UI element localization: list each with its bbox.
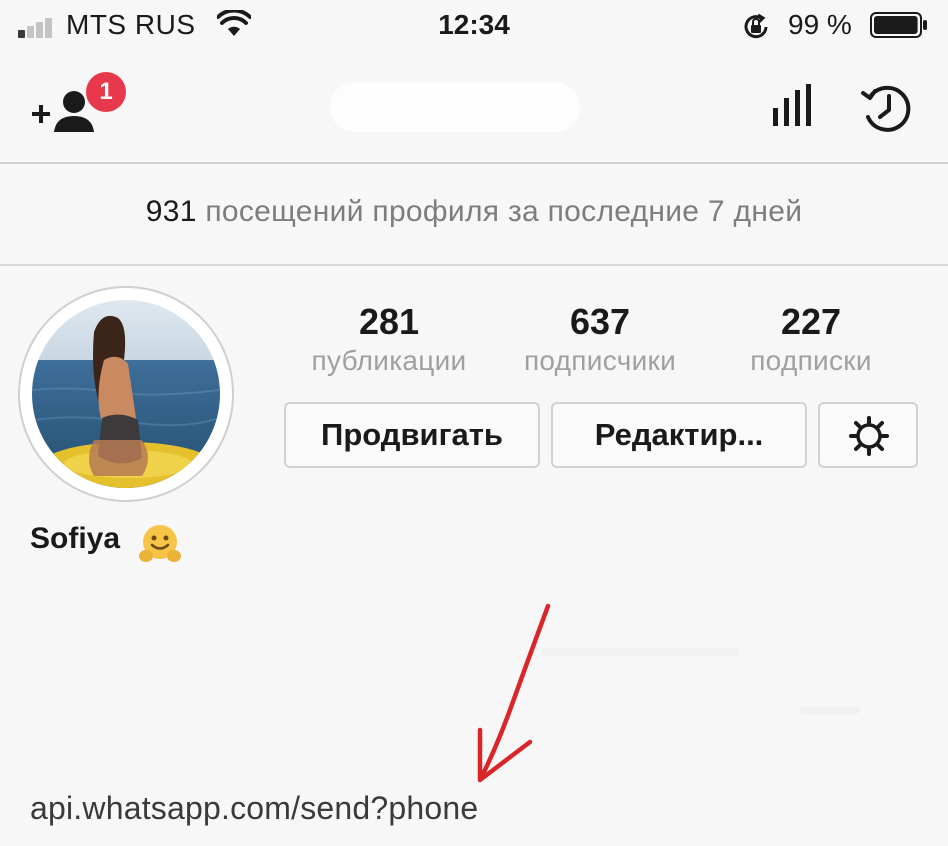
- battery-percent: 99 %: [788, 9, 852, 40]
- followers-count: 637: [569, 301, 631, 342]
- profile-header: 1: [0, 60, 948, 164]
- avatar[interactable]: [18, 286, 234, 502]
- history-icon[interactable]: [860, 83, 914, 135]
- following-count: 227: [780, 301, 842, 342]
- visits-count: 931: [145, 195, 197, 228]
- promote-button[interactable]: Продвигать: [284, 402, 540, 468]
- posts-count: 281: [358, 301, 420, 342]
- following-label: подписки: [750, 345, 872, 376]
- gear-icon: [849, 416, 889, 456]
- rotation-lock-icon: [744, 13, 768, 39]
- settings-button[interactable]: [818, 402, 918, 468]
- profile-visits-banner[interactable]: 931 посещений профиля за последние 7 дне…: [0, 164, 948, 266]
- annotation-arrow-icon: [477, 603, 551, 783]
- visits-text: посещений профиля за последние 7 дней: [196, 195, 803, 228]
- username-blurred: [330, 82, 580, 132]
- battery-icon: [870, 12, 927, 38]
- profile-name: Sofiya: [30, 522, 121, 555]
- following-stat[interactable]: 227 подписки: [738, 300, 884, 378]
- blurred-bio-line: [800, 706, 860, 714]
- posts-stat[interactable]: 281 публикации: [300, 300, 478, 378]
- posts-label: публикации: [311, 345, 467, 376]
- notification-badge: 1: [86, 72, 126, 112]
- followers-label: подписчики: [523, 345, 677, 376]
- insights-icon[interactable]: [771, 84, 815, 128]
- website-link[interactable]: api.whatsapp.com/send?phone: [30, 790, 478, 827]
- blurred-bio-line: [540, 648, 740, 656]
- hugging-face-emoji-icon: [139, 525, 181, 562]
- edit-profile-button[interactable]: Редактир...: [551, 402, 807, 468]
- status-bar: MTS RUS 12:34 99 %: [0, 0, 948, 56]
- followers-stat[interactable]: 637 подписчики: [508, 300, 692, 378]
- avatar-photo: [32, 300, 220, 488]
